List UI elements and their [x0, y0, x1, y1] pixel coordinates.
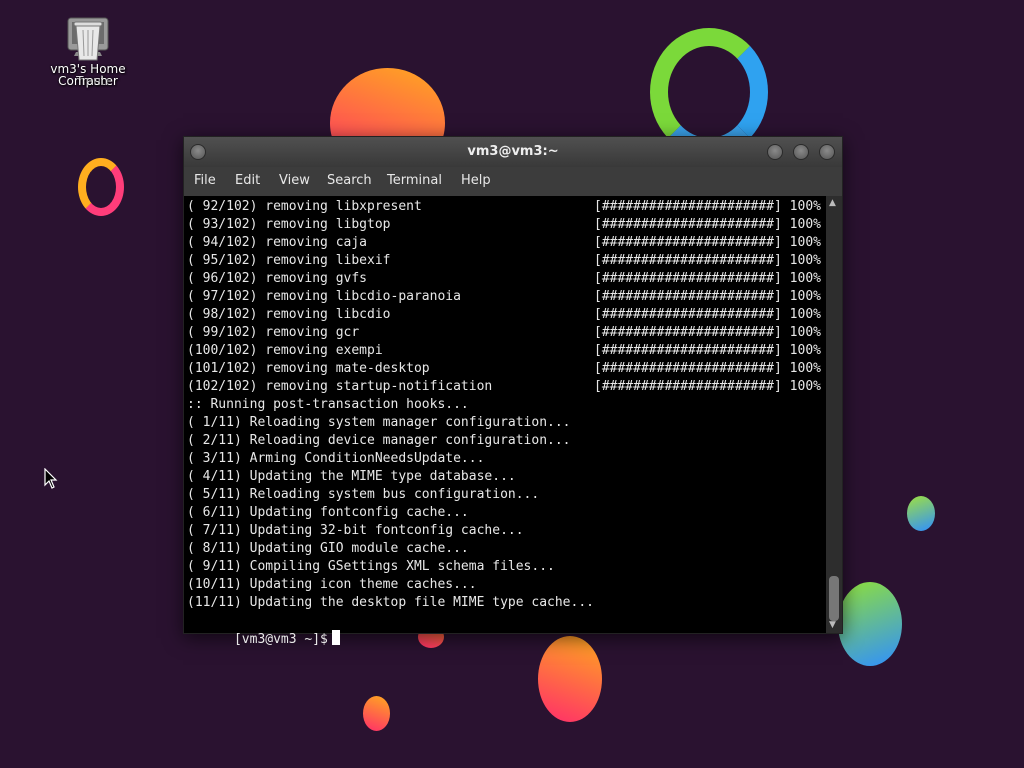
- progress-bar-text: [######################] 100%: [594, 253, 821, 268]
- wallpaper-green-blob: [838, 582, 902, 666]
- terminal-line: ( 5/11) Reloading system bus configurati…: [187, 487, 540, 502]
- terminal-line: (11/11) Updating the desktop file MIME t…: [187, 595, 594, 610]
- progress-bar-text: [######################] 100%: [594, 235, 821, 250]
- terminal-line: ( 4/11) Updating the MIME type database.…: [187, 469, 516, 484]
- terminal-line: ( 2/11) Reloading device manager configu…: [187, 433, 571, 448]
- terminal-line: :: Running post-transaction hooks...: [187, 397, 469, 412]
- window-titlebar[interactable]: vm3@vm3:~: [184, 137, 842, 167]
- terminal-line: (102/102) removing startup-notification: [187, 379, 493, 394]
- terminal-line: ( 98/102) removing libcdio: [187, 307, 391, 322]
- terminal-output[interactable]: ( 92/102) removing libxpresent [########…: [184, 196, 826, 647]
- wallpaper-bottom-orange-blob: [538, 636, 602, 722]
- window-title: vm3@vm3:~: [467, 144, 559, 159]
- progress-bar-text: [######################] 100%: [594, 271, 821, 286]
- menu-view[interactable]: View: [279, 173, 310, 188]
- trash-icon: [73, 21, 103, 61]
- terminal-line: ( 95/102) removing libexif: [187, 253, 391, 268]
- progress-bar-text: [######################] 100%: [594, 307, 821, 322]
- minimize-icon[interactable]: [767, 144, 783, 160]
- progress-bar-text: [######################] 100%: [594, 379, 821, 394]
- wallpaper-small-green-blob: [907, 496, 935, 531]
- menu-bar: File Edit View Search Terminal Help: [184, 167, 842, 196]
- close-icon[interactable]: [819, 144, 835, 160]
- progress-bar-text: [######################] 100%: [594, 199, 821, 214]
- scrollbar-thumb[interactable]: [829, 576, 839, 621]
- terminal-line: (10/11) Updating icon theme caches...: [187, 577, 477, 592]
- menu-edit[interactable]: Edit: [235, 173, 260, 188]
- menu-file[interactable]: File: [194, 173, 216, 188]
- terminal-line: (100/102) removing exempi: [187, 343, 383, 358]
- menu-search[interactable]: Search: [327, 173, 372, 188]
- desktop-icon-home[interactable]: vm3's Home Computer Trash: [48, 12, 128, 92]
- menu-terminal[interactable]: Terminal: [387, 173, 442, 188]
- progress-bar-text: [######################] 100%: [594, 343, 821, 358]
- desktop-icon-label-trash: Trash: [76, 74, 108, 88]
- terminal-prompt-line[interactable]: [vm3@vm3 ~]$: [187, 612, 340, 647]
- wallpaper-tiny-orange-blob: [363, 696, 390, 731]
- terminal-line: ( 7/11) Updating 32-bit fontconfig cache…: [187, 523, 524, 538]
- scroll-up-arrow-icon[interactable]: ▲: [829, 198, 836, 208]
- terminal-line: ( 9/11) Compiling GSettings XML schema f…: [187, 559, 555, 574]
- progress-bar-text: [######################] 100%: [594, 289, 821, 304]
- terminal-line: ( 99/102) removing gcr: [187, 325, 360, 340]
- terminal-line: ( 3/11) Arming ConditionNeedsUpdate...: [187, 451, 485, 466]
- menu-help[interactable]: Help: [461, 173, 491, 188]
- progress-bar-text: [######################] 100%: [594, 325, 821, 340]
- maximize-icon[interactable]: [793, 144, 809, 160]
- terminal-line: ( 96/102) removing gvfs: [187, 271, 368, 286]
- terminal-line: ( 97/102) removing libcdio-paranoia: [187, 289, 461, 304]
- terminal-scrollbar[interactable]: ▲ ▼: [826, 196, 842, 633]
- scroll-down-arrow-icon[interactable]: ▼: [829, 620, 836, 630]
- terminal-prompt: [vm3@vm3 ~]$: [233, 632, 328, 647]
- terminal-line: ( 94/102) removing caja: [187, 235, 368, 250]
- wallpaper-small-ring: [78, 158, 124, 216]
- terminal-window[interactable]: vm3@vm3:~ File Edit View Search Terminal…: [183, 136, 843, 647]
- terminal-line: ( 93/102) removing libgtop: [187, 217, 391, 232]
- progress-bar-text: [######################] 100%: [594, 217, 821, 232]
- mouse-pointer-icon: [44, 468, 58, 489]
- progress-bar-text: [######################] 100%: [594, 361, 821, 376]
- terminal-line: ( 6/11) Updating fontconfig cache...: [187, 505, 469, 520]
- terminal-line: ( 92/102) removing libxpresent: [187, 199, 422, 214]
- terminal-line: (101/102) removing mate-desktop: [187, 361, 430, 376]
- terminal-line: ( 8/11) Updating GIO module cache...: [187, 541, 469, 556]
- terminal-line: ( 1/11) Reloading system manager configu…: [187, 415, 571, 430]
- text-cursor: [331, 630, 340, 645]
